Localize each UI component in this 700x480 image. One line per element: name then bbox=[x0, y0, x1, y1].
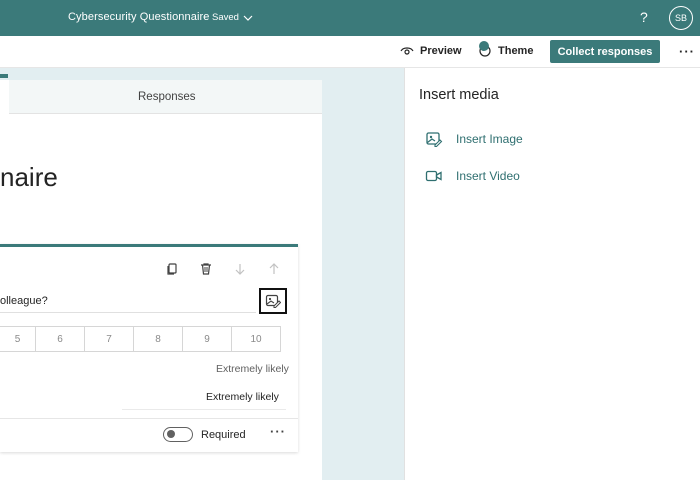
toggle-knob bbox=[167, 430, 175, 438]
high-end-label: Extremely likely bbox=[216, 363, 289, 375]
theme-label: Theme bbox=[498, 45, 534, 57]
insert-image-label: Insert Image bbox=[456, 132, 523, 146]
image-edit-icon bbox=[265, 294, 281, 308]
preview-button[interactable]: Preview bbox=[400, 44, 462, 58]
video-camera-icon bbox=[425, 167, 443, 185]
preview-label: Preview bbox=[420, 45, 462, 57]
question-more-options-icon[interactable]: ··· bbox=[270, 424, 286, 439]
move-up-icon[interactable] bbox=[267, 262, 281, 276]
save-status: Saved bbox=[212, 12, 239, 23]
title-separator: - bbox=[203, 11, 207, 23]
more-options-icon[interactable]: ··· bbox=[679, 44, 695, 59]
copy-icon[interactable] bbox=[165, 262, 179, 276]
eye-icon bbox=[400, 47, 414, 55]
scale-option[interactable]: 9 bbox=[182, 326, 232, 352]
scale-option[interactable]: 5 bbox=[0, 326, 36, 352]
insert-video-button[interactable]: Insert Video bbox=[425, 167, 520, 185]
high-end-label-value: Extremely likely bbox=[206, 391, 279, 403]
chevron-down-icon[interactable] bbox=[242, 12, 254, 24]
active-tab-indicator bbox=[0, 74, 8, 78]
collect-responses-button[interactable]: Collect responses bbox=[550, 40, 660, 63]
page-title[interactable]: naire bbox=[0, 162, 58, 193]
form-title-header[interactable]: Cybersecurity Questionnaire bbox=[68, 11, 209, 23]
app-header: Cybersecurity Questionnaire - Saved ? SB bbox=[0, 0, 700, 36]
divider bbox=[0, 418, 298, 419]
panel-title: Insert media bbox=[419, 87, 499, 103]
scale-option[interactable]: 7 bbox=[84, 326, 134, 352]
scale-option[interactable]: 6 bbox=[35, 326, 85, 352]
tab-responses[interactable]: Responses bbox=[138, 91, 196, 103]
scale-option[interactable]: 10 bbox=[231, 326, 281, 352]
insert-media-button[interactable] bbox=[259, 288, 287, 314]
delete-icon[interactable] bbox=[199, 262, 213, 276]
tab-questions[interactable] bbox=[0, 80, 9, 114]
help-icon[interactable]: ? bbox=[640, 9, 648, 25]
rating-scale: 5 6 7 8 9 10 bbox=[0, 326, 281, 352]
insert-video-label: Insert Video bbox=[456, 169, 520, 183]
move-down-icon[interactable] bbox=[233, 262, 247, 276]
question-text: olleague? bbox=[0, 295, 48, 307]
insert-image-button[interactable]: Insert Image bbox=[425, 130, 523, 148]
theme-badge bbox=[479, 41, 489, 51]
scale-option[interactable]: 8 bbox=[133, 326, 183, 352]
required-toggle[interactable] bbox=[163, 427, 193, 442]
image-edit-icon bbox=[425, 130, 443, 148]
avatar[interactable]: SB bbox=[669, 6, 693, 30]
required-label: Required bbox=[201, 429, 246, 441]
